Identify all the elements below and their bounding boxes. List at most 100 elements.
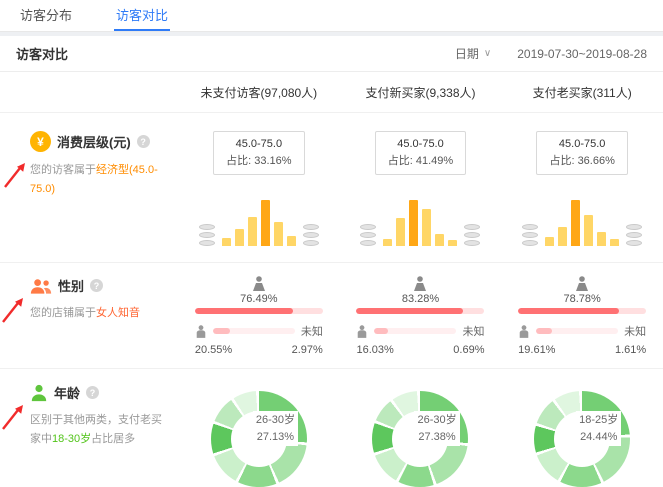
- gender-cell: 78.78% 未知 19.61% 1.61%: [518, 276, 646, 356]
- bar-group: [545, 200, 619, 246]
- column-header-old-buyers: 支付老买家(311人): [501, 72, 663, 112]
- female-percent: 76.49%: [240, 293, 277, 305]
- range-ratio: 占比: 33.16%: [226, 153, 291, 170]
- donut-label: 26-30岁 27.38%: [414, 411, 459, 446]
- age-row-desc: 区别于其他两类，支付老买家中18-30岁占比居多: [30, 411, 164, 448]
- female-icon: [575, 276, 589, 291]
- range-box: 45.0-75.0 占比: 33.16%: [213, 131, 304, 175]
- age-segment-label: 18-25岁: [579, 412, 618, 429]
- unknown-percent: 2.97%: [292, 344, 323, 356]
- male-icon: [356, 325, 368, 338]
- help-icon[interactable]: ?: [90, 279, 103, 292]
- donut-label: 18-25岁 24.44%: [576, 411, 621, 446]
- range-value: 45.0-75.0: [549, 136, 614, 153]
- consume-row-title: 消费层级(元): [57, 132, 131, 151]
- female-icon: [252, 276, 266, 291]
- tab-bar: 访客分布 访客对比: [0, 0, 663, 32]
- male-icon: [518, 325, 530, 338]
- unknown-label: 未知: [462, 323, 484, 339]
- male-icon: [195, 325, 207, 338]
- female-bar: [195, 308, 323, 314]
- bar-group: [383, 200, 457, 246]
- coin-icon: ¥: [30, 131, 51, 152]
- male-percent: 19.61%: [518, 344, 555, 356]
- row-consume-level: ¥ 消费层级(元) ? 您的访客属于经济型(45.0-75.0) 45.0-75…: [0, 113, 663, 263]
- person-icon: [30, 384, 48, 402]
- tab-visitor-compare[interactable]: 访客对比: [114, 0, 170, 31]
- age-segment-percent: 24.44%: [579, 429, 618, 446]
- gender-desc-prefix: 您的店铺属于: [30, 307, 96, 319]
- unknown-label: 未知: [301, 323, 323, 339]
- consume-row-head: ¥ 消费层级(元) ? 您的访客属于经济型(45.0-75.0): [0, 131, 178, 246]
- coin-stack-icon: [360, 224, 376, 246]
- female-bar: [518, 308, 646, 314]
- unknown-percent: 0.69%: [453, 344, 484, 356]
- age-row-title: 年龄: [54, 383, 80, 402]
- date-picker[interactable]: 日期 ∨ 2019-07-30~2019-08-28: [455, 45, 647, 62]
- people-icon: [30, 277, 52, 295]
- age-cell: 18-25岁 24.44%: [534, 391, 630, 487]
- panel-header: 访客对比 日期 ∨ 2019-07-30~2019-08-28: [0, 36, 663, 72]
- female-bar: [356, 308, 484, 314]
- age-desc-highlight: 18-30岁: [52, 433, 91, 445]
- consume-cell: 45.0-75.0 占比: 36.66%: [501, 131, 663, 246]
- consume-cell: 45.0-75.0 占比: 41.49%: [340, 131, 502, 246]
- consume-bar-chart: [515, 188, 649, 246]
- annotation-arrow-icon: [0, 157, 30, 191]
- consume-row-desc: 您的访客属于经济型(45.0-75.0): [30, 161, 164, 198]
- row-gender: 性别 ? 您的店铺属于女人知音 76.49% 未知 20.55%: [0, 263, 663, 369]
- help-icon[interactable]: ?: [86, 386, 99, 399]
- panel-title: 访客对比: [16, 44, 68, 63]
- range-box: 45.0-75.0 占比: 41.49%: [375, 131, 466, 175]
- male-percent: 16.03%: [356, 344, 393, 356]
- date-label: 日期: [455, 45, 479, 62]
- visitor-compare-panel: 访客对比 日期 ∨ 2019-07-30~2019-08-28 未支付访客(97…: [0, 36, 663, 487]
- unknown-label: 未知: [624, 323, 646, 339]
- age-segment-percent: 27.13%: [256, 429, 295, 446]
- range-box: 45.0-75.0 占比: 36.66%: [536, 131, 627, 175]
- consume-cell: 45.0-75.0 占比: 33.16%: [178, 131, 340, 246]
- male-bar: [536, 328, 618, 334]
- female-percent: 83.28%: [402, 293, 439, 305]
- female-icon: [413, 276, 427, 291]
- age-row-head: 年龄 ? 区别于其他两类，支付老买家中18-30岁占比居多: [0, 383, 178, 487]
- range-ratio: 占比: 36.66%: [549, 153, 614, 170]
- range-ratio: 占比: 41.49%: [388, 153, 453, 170]
- help-icon[interactable]: ?: [137, 135, 150, 148]
- age-segment-label: 26-30岁: [256, 412, 295, 429]
- tab-visitor-distribution[interactable]: 访客分布: [18, 0, 74, 31]
- annotation-arrow-icon: [0, 399, 28, 433]
- date-range-value: 2019-07-30~2019-08-28: [517, 47, 647, 61]
- male-bar: [213, 328, 295, 334]
- bar-group: [222, 200, 296, 246]
- age-segment-label: 26-30岁: [417, 412, 456, 429]
- column-header-unpaid-visitors: 未支付访客(97,080人): [178, 72, 340, 112]
- column-headers: 未支付访客(97,080人) 支付新买家(9,338人) 支付老买家(311人): [0, 72, 663, 113]
- consume-bar-chart: [353, 188, 487, 246]
- gender-row-desc: 您的店铺属于女人知音: [30, 304, 164, 323]
- age-desc-suffix: 占比居多: [91, 433, 135, 445]
- unknown-percent: 1.61%: [615, 344, 646, 356]
- female-percent: 78.78%: [564, 293, 601, 305]
- range-value: 45.0-75.0: [226, 136, 291, 153]
- column-header-new-buyers: 支付新买家(9,338人): [340, 72, 502, 112]
- coin-stack-icon: [199, 224, 215, 246]
- gender-desc-highlight: 女人知音: [96, 307, 140, 319]
- gender-cell: 83.28% 未知 16.03% 0.69%: [356, 276, 484, 356]
- coin-stack-icon: [303, 224, 319, 246]
- age-cell: 26-30岁 27.13%: [211, 391, 307, 487]
- gender-row-head: 性别 ? 您的店铺属于女人知音: [0, 276, 178, 356]
- consume-desc-prefix: 您的访客属于: [30, 164, 96, 176]
- male-bar: [374, 328, 456, 334]
- row-age: 年龄 ? 区别于其他两类，支付老买家中18-30岁占比居多 26-30岁 27.…: [0, 369, 663, 487]
- coin-stack-icon: [626, 224, 642, 246]
- coin-stack-icon: [522, 224, 538, 246]
- chevron-down-icon: ∨: [484, 48, 491, 59]
- gender-row-title: 性别: [58, 276, 84, 295]
- consume-bar-chart: [192, 188, 326, 246]
- gender-cell: 76.49% 未知 20.55% 2.97%: [195, 276, 323, 356]
- age-cell: 26-30岁 27.38%: [372, 391, 468, 487]
- age-segment-percent: 27.38%: [417, 429, 456, 446]
- annotation-arrow-icon: [0, 292, 28, 326]
- donut-label: 26-30岁 27.13%: [253, 411, 298, 446]
